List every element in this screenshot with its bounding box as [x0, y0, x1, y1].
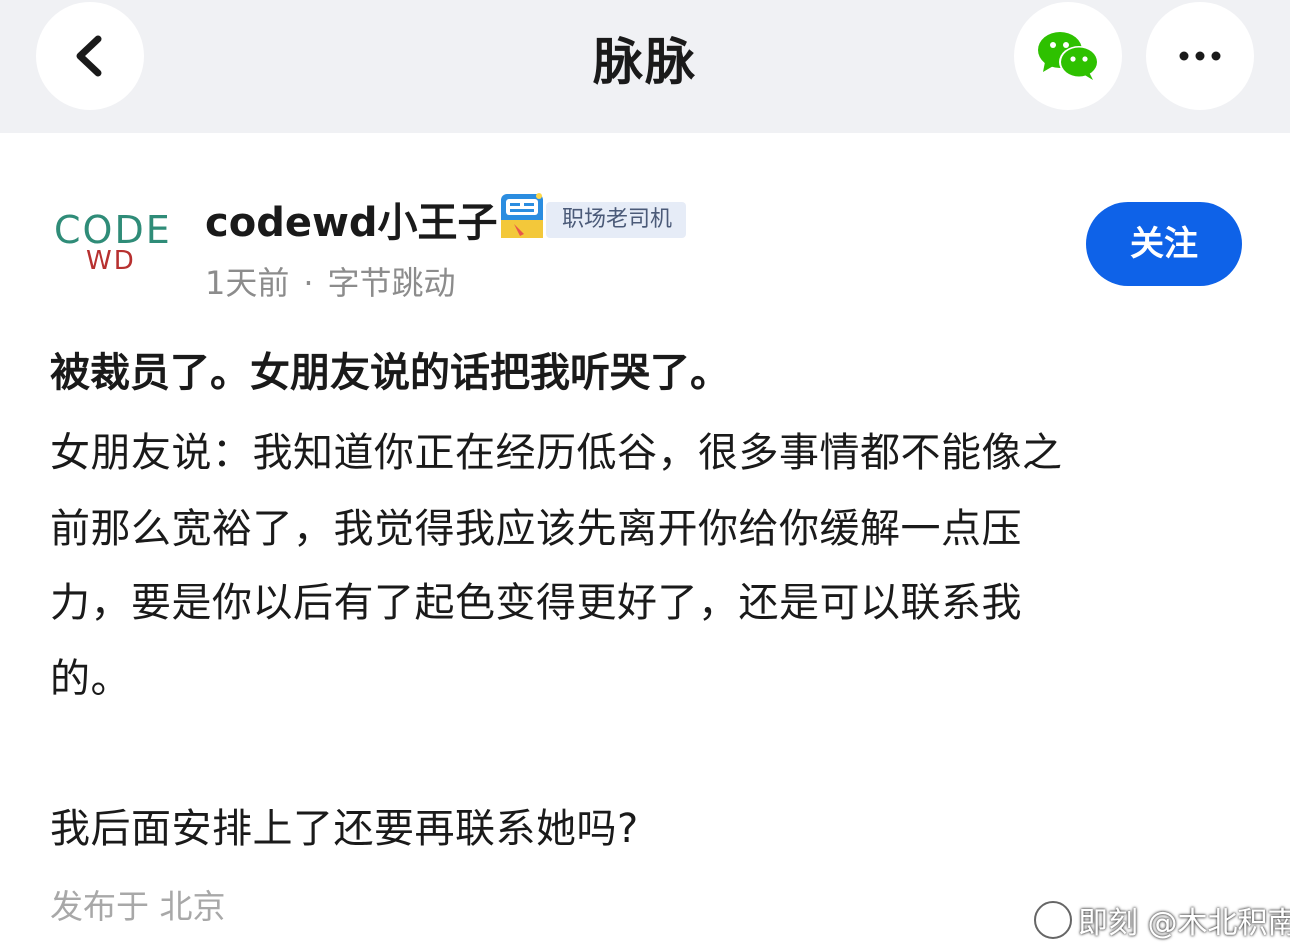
meta-separator: ·: [303, 264, 314, 302]
jike-logo-icon: [1034, 901, 1072, 939]
post-meta: 1天前 · 字节跳动: [205, 258, 456, 304]
author-name[interactable]: codewd小王子: [205, 190, 498, 248]
follow-button[interactable]: 关注: [1086, 202, 1242, 286]
post-body-line: 的。: [50, 656, 131, 702]
page: 脉脉 CODE WD codewd小王子 职场老司机 1天前 · 字节跳动 关注…: [0, 0, 1290, 952]
avatar-logo-subtext: WD: [86, 246, 136, 276]
post-body-line: 力，要是你以后有了起色变得更好了，还是可以联系我: [50, 580, 1022, 626]
more-dots-icon: [1179, 51, 1221, 61]
author-company[interactable]: 字节跳动: [328, 264, 456, 302]
watermark: 即刻 @木北积南: [1034, 898, 1290, 942]
post-body-line: 前那么宽裕了，我觉得我应该先离开你给你缓解一点压: [50, 506, 1022, 552]
author-tag: 职场老司机: [546, 202, 687, 238]
wechat-share-button[interactable]: [1014, 2, 1122, 110]
wechat-icon: [1038, 32, 1099, 80]
post-body-line: 我后面安排上了还要再联系她吗?: [50, 806, 639, 852]
top-bar: 脉脉: [0, 0, 1290, 133]
post-title: 被裁员了。女朋友说的话把我听哭了。: [50, 350, 730, 396]
post-time: 1天前: [205, 264, 290, 302]
badge-icon: [501, 193, 543, 238]
author-avatar[interactable]: CODE WD: [50, 208, 180, 278]
post-body-line: 女朋友说：我知道你正在经历低谷，很多事情都不能像之: [50, 430, 1063, 476]
more-button[interactable]: [1146, 2, 1254, 110]
post-location: 发布于 北京: [50, 887, 226, 926]
watermark-text: 即刻 @木北积南: [1078, 906, 1290, 941]
